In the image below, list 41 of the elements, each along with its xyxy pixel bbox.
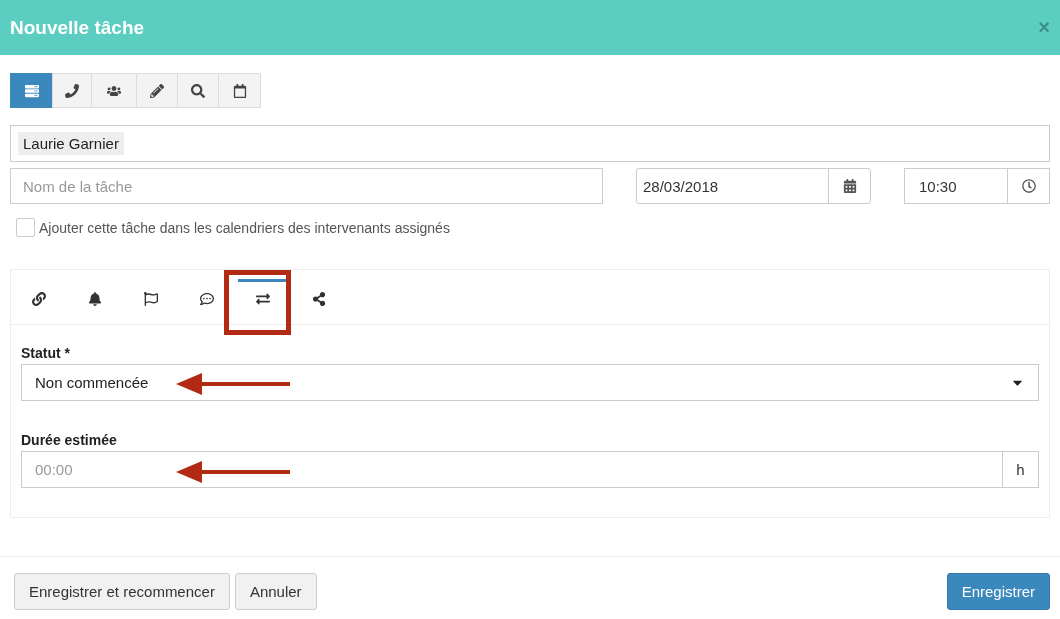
active-tab-indicator (238, 279, 288, 282)
search-button[interactable] (177, 73, 219, 108)
checkbox-label: Ajouter cette tâche dans les calendriers des intervenants assignés (39, 219, 450, 236)
assignee-field[interactable]: Laurie Garnier (10, 125, 1050, 162)
calendar-icon (842, 179, 857, 193)
list-tool-button[interactable] (10, 73, 53, 108)
unit-label: h (1002, 452, 1038, 487)
pencil-icon (150, 83, 164, 98)
duration-input[interactable]: 00:00 (22, 452, 1002, 487)
highlight-frame (224, 270, 291, 335)
duration-label: Durée estimée (21, 432, 118, 448)
checkbox[interactable] (16, 218, 35, 237)
phone-tool-button[interactable] (52, 73, 92, 108)
footer-button[interactable]: Enregistrer et recommencer (14, 573, 230, 610)
dialog-title: Nouvelle tâche (10, 16, 145, 39)
clock-icon (1021, 179, 1036, 193)
bell-icon (88, 291, 102, 306)
date-input[interactable]: 28/03/2018 (637, 169, 828, 203)
task-name-field[interactable]: Nom de la tâche (10, 168, 603, 204)
pencil-tool-button[interactable] (136, 73, 178, 108)
save-button[interactable]: Enregistrer (946, 573, 1050, 610)
arrows-icon (256, 291, 270, 306)
status-select[interactable]: Non commencée (21, 364, 1039, 401)
calendar-tool-button[interactable] (218, 73, 261, 108)
speech-bubble-icon (200, 291, 214, 306)
time-input[interactable]: 10:30 (905, 169, 1007, 203)
phone-icon (65, 83, 79, 98)
list-icon (24, 83, 39, 98)
link-icon (32, 291, 46, 306)
status-label: Statut * (21, 345, 71, 361)
flag-icon (144, 291, 158, 306)
footer-button[interactable]: Annuler (234, 573, 317, 610)
assignee-tag: Laurie Garnier (18, 132, 124, 155)
duration-field[interactable]: 00:00 h (21, 451, 1039, 488)
date-field[interactable]: 28/03/2018 (636, 168, 871, 204)
share-icon (312, 291, 326, 306)
people-tool-button[interactable] (91, 73, 137, 108)
people-icon (107, 83, 121, 98)
time-field[interactable]: 10:30 (904, 168, 1050, 204)
calendar-icon (232, 83, 247, 98)
search-icon (191, 83, 205, 98)
